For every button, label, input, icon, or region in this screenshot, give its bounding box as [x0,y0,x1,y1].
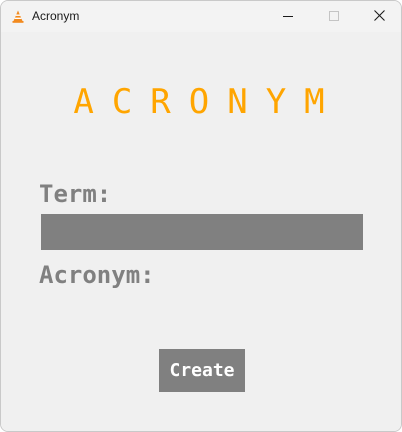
title-bar[interactable]: Acronym [1,1,401,32]
term-label: Term: [39,180,112,208]
maximize-icon [329,8,339,26]
minimize-button[interactable] [265,1,311,32]
vlc-cone-icon [12,10,24,23]
acronym-label: Acronym: [39,261,155,289]
app-heading: ACRONYM [73,82,343,122]
app-window: Acronym ACRONYM Term: Acronym: Create [0,0,402,432]
close-icon [373,8,385,26]
minimize-icon [283,8,293,26]
create-button[interactable]: Create [159,349,245,392]
main-content: ACRONYM Term: Acronym: Create [1,32,401,431]
maximize-button[interactable] [311,1,357,32]
term-input[interactable] [41,214,363,250]
close-button[interactable] [356,1,401,32]
window-title: Acronym [32,9,80,23]
